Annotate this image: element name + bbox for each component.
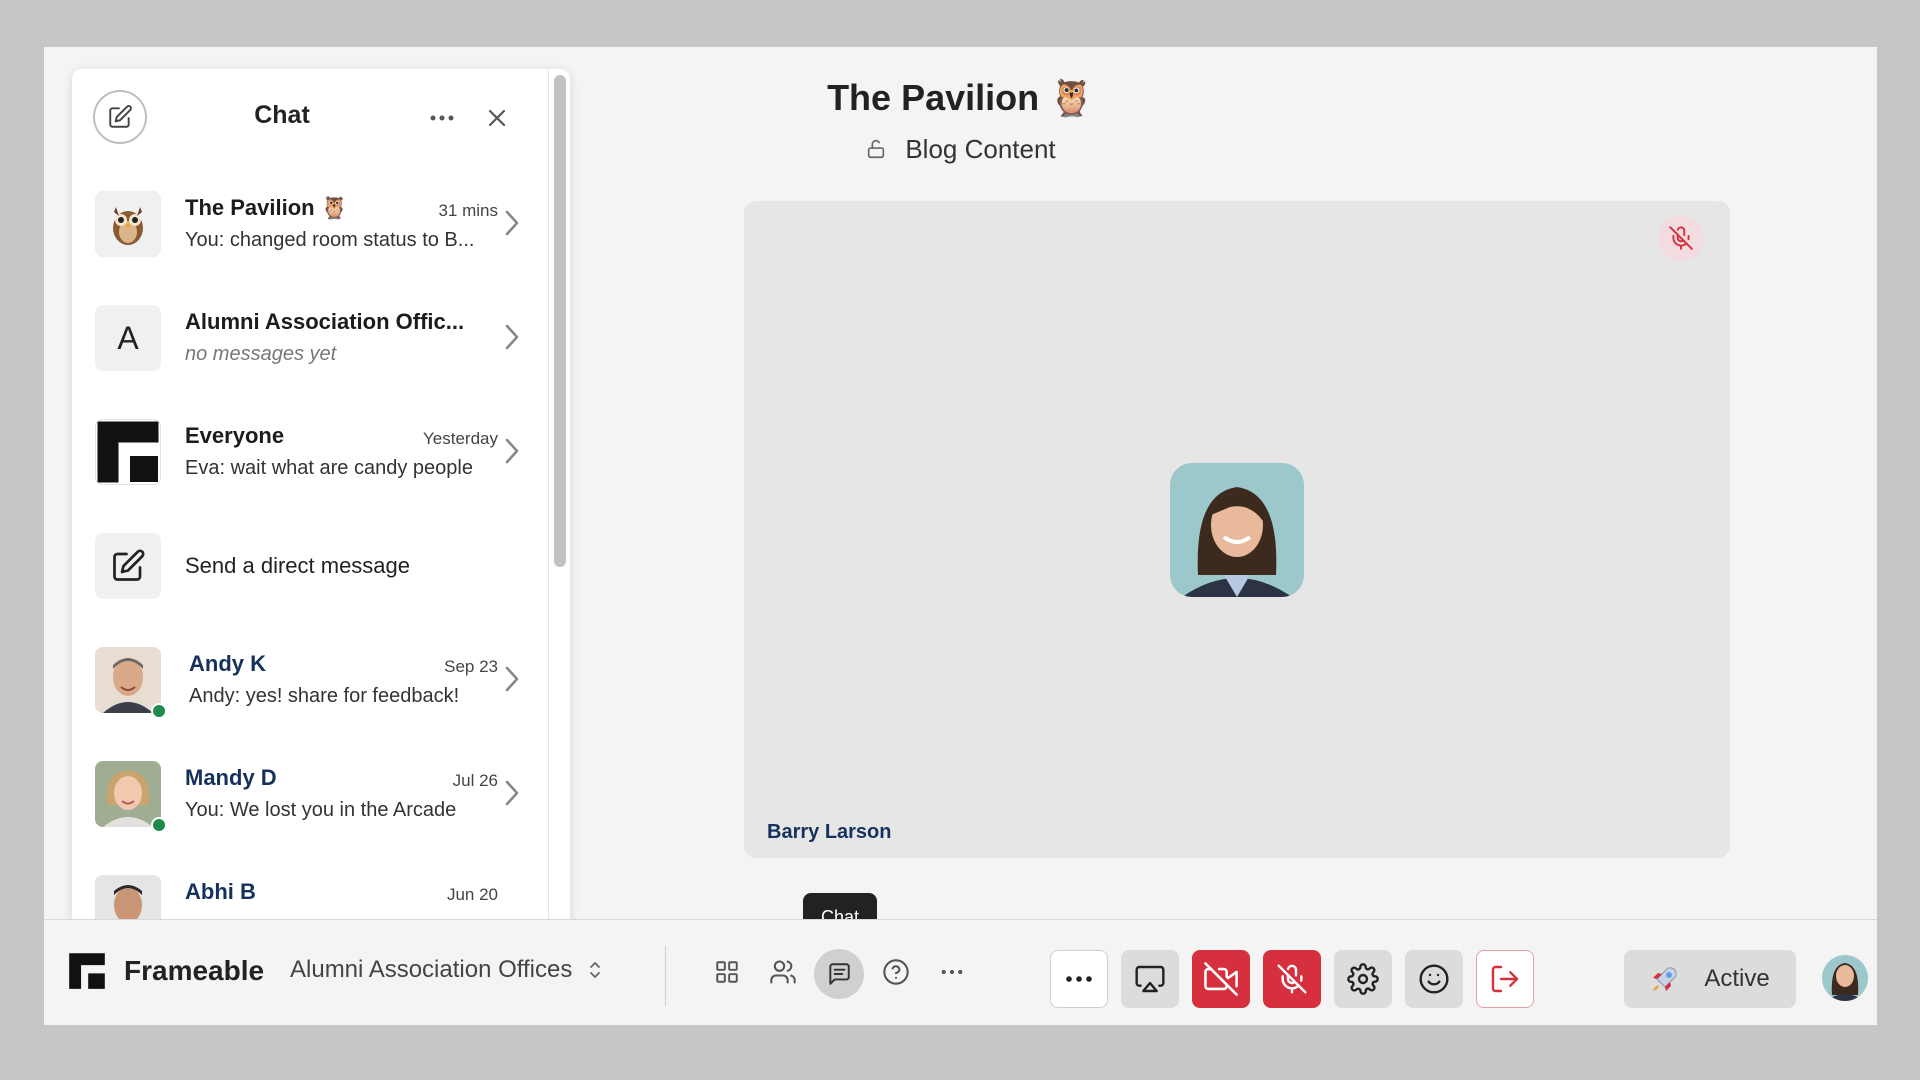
chevron-right-icon — [505, 666, 519, 692]
chat-icon — [829, 963, 850, 985]
participant-photo-icon — [1170, 463, 1304, 597]
video-stage: Barry Larson — [744, 201, 1730, 858]
conversation-item-everyone[interactable]: Everyone Yesterday Eva: wait what are ca… — [72, 419, 542, 519]
leave-room-button[interactable] — [1476, 950, 1534, 1008]
compose-icon — [113, 549, 145, 581]
conversation-name: Mandy D — [185, 765, 277, 790]
help-button[interactable] — [876, 952, 916, 992]
user-avatar — [95, 761, 167, 833]
my-avatar[interactable] — [1822, 955, 1868, 1001]
conversation-time: Sep 23 — [444, 657, 498, 676]
conversation-time: 31 mins — [438, 201, 498, 220]
screen-share-button[interactable] — [1121, 950, 1179, 1008]
camera-toggle-button[interactable] — [1192, 950, 1250, 1008]
status-label: Active — [1704, 965, 1770, 992]
participant-mic-muted-badge — [1658, 215, 1704, 261]
room-selector-label: Alumni Association Offices — [290, 956, 573, 983]
more-controls-button[interactable] — [1050, 950, 1108, 1008]
reactions-button[interactable] — [1405, 950, 1463, 1008]
dm-avatar — [95, 533, 161, 599]
conversation-name: Andy K — [189, 651, 266, 676]
chevron-right-icon — [505, 324, 519, 350]
people-button[interactable] — [763, 952, 803, 992]
mic-off-icon — [1277, 964, 1307, 994]
more-horizontal-icon — [1066, 976, 1092, 982]
room-avatar — [95, 191, 161, 257]
conversation-name: Alumni Association Offic... — [185, 309, 465, 334]
settings-button[interactable] — [1334, 950, 1392, 1008]
conversation-time: Yesterday — [423, 429, 498, 448]
conversation-item-mandy-d[interactable]: Mandy D Jul 26 You: We lost you in the A… — [72, 761, 542, 861]
conversation-name: The Pavilion 🦉 — [185, 195, 349, 220]
app-window: Chat The Pavilion 🦉 31 mins You: changed… — [44, 47, 1877, 1025]
bottom-toolbar: Frameable Alumni Association Offices Act… — [44, 919, 1877, 1025]
user-avatar — [95, 647, 167, 719]
status-button[interactable]: Active — [1624, 950, 1796, 1008]
mic-off-icon — [1669, 226, 1693, 250]
conversation-item-the-pavilion[interactable]: The Pavilion 🦉 31 mins You: changed room… — [72, 191, 542, 291]
person-photo-icon — [95, 647, 161, 713]
rocket-icon — [1653, 967, 1677, 991]
conversation-name: Everyone — [185, 423, 285, 448]
chat-button[interactable] — [814, 949, 864, 999]
conversation-time: Jul 26 — [452, 771, 498, 790]
more-options-button[interactable] — [932, 952, 972, 992]
conversation-preview: Eva: wait what are candy people — [185, 457, 473, 479]
chevron-right-icon — [505, 780, 519, 806]
user-photo-icon — [1822, 955, 1868, 1001]
gear-icon — [1347, 963, 1379, 995]
conversation-item-alumni-association[interactable]: A Alumni Association Offic... no message… — [72, 305, 542, 405]
participant-name-label: Barry Larson — [767, 821, 892, 843]
log-out-icon — [1491, 965, 1519, 993]
conversation-preview: You: We lost you in the Arcade — [185, 799, 457, 821]
owl-icon — [113, 207, 143, 245]
users-icon — [770, 960, 796, 984]
conversation-preview: Andy: yes! share for feedback! — [189, 685, 460, 707]
chevron-right-icon — [505, 438, 519, 464]
person-photo-icon — [95, 761, 161, 827]
room-status[interactable]: Blog Content — [44, 134, 1877, 165]
conversation-time: Jun 20 — [446, 885, 498, 904]
toolbar-divider — [665, 946, 666, 1006]
chevron-up-down-icon — [590, 962, 601, 978]
online-status-dot — [151, 817, 167, 833]
room-selector[interactable]: Alumni Association Offices — [290, 956, 602, 984]
conversation-preview: no messages yet — [185, 343, 337, 365]
unlock-icon — [868, 139, 885, 159]
mic-toggle-button[interactable] — [1263, 950, 1321, 1008]
conversation-item-andy-k[interactable]: Andy K Sep 23 Andy: yes! share for feedb… — [72, 647, 542, 747]
send-direct-message-button[interactable]: Send a direct message — [72, 533, 542, 633]
grid-icon — [716, 961, 738, 983]
video-off-icon — [1204, 962, 1238, 996]
online-status-dot — [151, 703, 167, 719]
smile-icon — [1419, 964, 1449, 994]
room-status-label: Blog Content — [905, 134, 1056, 164]
frameable-logo-icon — [69, 953, 105, 989]
room-title: The Pavilion 🦉 — [827, 77, 1094, 118]
help-icon — [883, 959, 909, 985]
airplay-icon — [1135, 965, 1165, 993]
conversation-name: Abhi B — [185, 879, 256, 904]
brand[interactable]: Frameable — [68, 952, 264, 990]
room-avatar: A — [95, 305, 161, 371]
chevron-right-icon — [505, 210, 519, 236]
conversation-preview: You: changed room status to B... — [185, 229, 475, 251]
frameable-logo-icon — [97, 421, 159, 483]
participant-avatar[interactable] — [1170, 463, 1304, 597]
room-avatar — [95, 419, 161, 485]
send-direct-message-label: Send a direct message — [185, 553, 411, 578]
more-horizontal-icon — [941, 969, 963, 975]
chat-panel: Chat The Pavilion 🦉 31 mins You: changed… — [72, 69, 570, 937]
brand-name: Frameable — [124, 955, 265, 986]
grid-view-button[interactable] — [707, 952, 747, 992]
